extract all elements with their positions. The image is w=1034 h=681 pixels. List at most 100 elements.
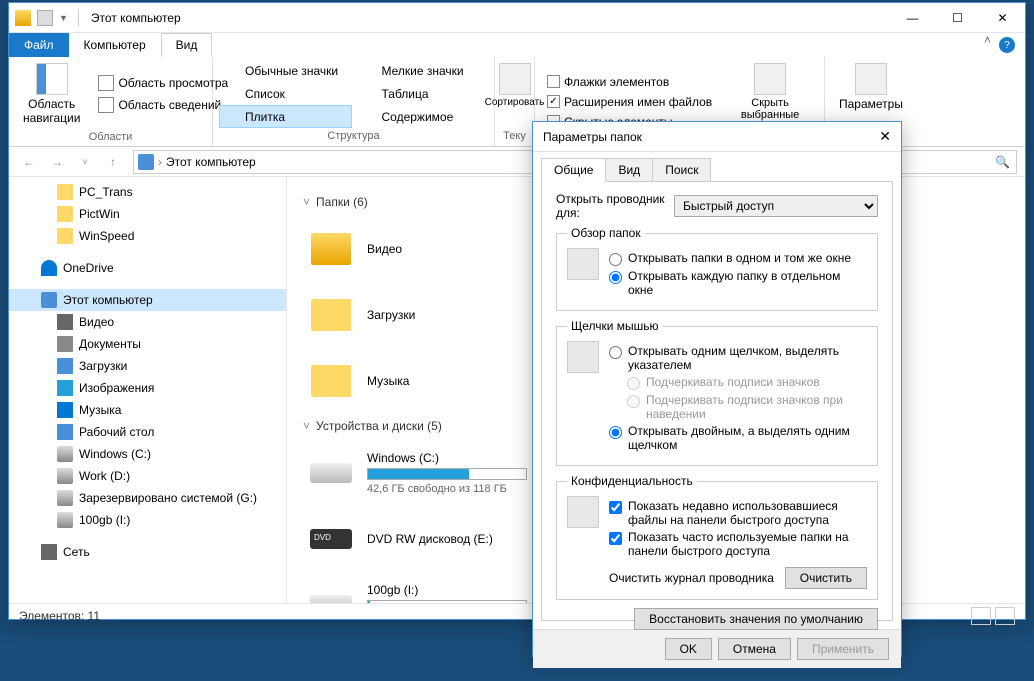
view-tiles-button[interactable] (995, 607, 1015, 625)
dialog-title: Параметры папок (543, 130, 642, 144)
ribbon-tabs: Файл Компьютер Вид ˄ ? (9, 33, 1025, 57)
layout-regular[interactable]: Обычные значки (219, 59, 352, 82)
tree-network[interactable]: Сеть (9, 541, 286, 563)
forward-button[interactable]: → (45, 150, 69, 174)
chevron-down-icon: ˅ (303, 419, 310, 433)
folder-options-dialog: Параметры папок ✕ Общие Вид Поиск Открыт… (532, 121, 902, 657)
browse-icon (567, 248, 599, 280)
item-count: Элементов: 11 (19, 609, 100, 623)
show-checkboxes[interactable]: Флажки элементов (541, 73, 718, 91)
onedrive-icon (41, 260, 57, 276)
tree-music[interactable]: Музыка (9, 399, 286, 421)
close-icon[interactable]: ✕ (879, 128, 891, 145)
maximize-button[interactable]: ☐ (935, 3, 980, 33)
browse-fieldset: Обзор папок Открывать папки в одном и то… (556, 226, 878, 311)
tree-drive-c[interactable]: Windows (C:) (9, 443, 286, 465)
group-layout-label: Структура (219, 128, 488, 144)
layout-small[interactable]: Мелкие значки (356, 59, 489, 82)
drive-icon (310, 463, 352, 483)
clicks-fieldset: Щелчки мышью Открывать одним щелчком, вы… (556, 319, 878, 466)
tree-this-pc[interactable]: Этот компьютер (9, 289, 286, 311)
sort-button[interactable]: Сортировать (501, 59, 528, 128)
open-for-select[interactable]: Быстрый доступ (674, 195, 878, 217)
privacy-icon (567, 496, 599, 528)
tab-general[interactable]: Общие (541, 158, 606, 182)
tab-search[interactable]: Поиск (652, 158, 711, 182)
help-icon[interactable]: ? (999, 37, 1015, 53)
show-extensions[interactable]: ✓Расширения имен файлов (541, 93, 718, 111)
check-recent-files[interactable]: Показать недавно использовавшиеся файлы … (609, 499, 867, 527)
cancel-button[interactable]: Отмена (718, 638, 791, 660)
window-title: Этот компьютер (91, 11, 181, 25)
search-icon: 🔍 (995, 155, 1010, 169)
nav-pane-label: Область навигации (23, 97, 80, 125)
tree-drive-d[interactable]: Work (D:) (9, 465, 286, 487)
ok-button[interactable]: OK (665, 638, 712, 660)
layout-content[interactable]: Содержимое (356, 105, 489, 128)
dialog-body: Открыть проводник для: Быстрый доступ Об… (541, 181, 893, 621)
ribbon-collapse-icon[interactable]: ˄ (984, 33, 991, 57)
tab-view[interactable]: Вид (161, 33, 213, 57)
nav-pane-button[interactable]: Область навигации (15, 59, 88, 129)
chevron-down-icon: ˅ (303, 195, 310, 209)
tree-drive-g[interactable]: Зарезервировано системой (G:) (9, 487, 286, 509)
options-label: Параметры (839, 97, 903, 111)
back-button[interactable]: ← (17, 150, 41, 174)
folder-icon (311, 365, 351, 397)
tree-onedrive[interactable]: OneDrive (9, 257, 286, 279)
close-button[interactable]: ✕ (980, 3, 1025, 33)
radio-double-click[interactable]: Открывать двойным, а выделять одним щелч… (609, 424, 867, 452)
computer-icon (138, 154, 154, 170)
minimize-button[interactable]: — (890, 3, 935, 33)
browse-legend: Обзор папок (567, 226, 645, 240)
tree-pictwin[interactable]: PictWin (9, 203, 286, 225)
tab-view[interactable]: Вид (605, 158, 653, 182)
radio-underline-icons: Подчеркивать подписи значков (609, 375, 867, 390)
separator (78, 9, 79, 27)
tree-drive-i[interactable]: 100gb (I:) (9, 509, 286, 531)
tree-video[interactable]: Видео (9, 311, 286, 333)
tree-desktop[interactable]: Рабочий стол (9, 421, 286, 443)
layout-tile[interactable]: Плитка (219, 105, 352, 128)
restore-defaults-button[interactable]: Восстановить значения по умолчанию (634, 608, 878, 630)
nav-tree[interactable]: PC_Trans PictWin WinSpeed OneDrive Этот … (9, 177, 287, 603)
radio-single-click[interactable]: Открывать одним щелчком, выделять указат… (609, 344, 867, 372)
check-frequent-folders[interactable]: Показать часто используемые папки на пан… (609, 530, 867, 558)
tree-winspeed[interactable]: WinSpeed (9, 225, 286, 247)
qat-dropdown-icon[interactable]: ▼ (59, 13, 68, 23)
options-icon (855, 63, 887, 95)
network-icon (41, 544, 57, 560)
sort-icon (499, 63, 531, 95)
radio-new-window[interactable]: Открывать каждую папку в отдельном окне (609, 269, 867, 297)
up-button[interactable]: ↑ (101, 150, 125, 174)
folder-icon (311, 233, 351, 265)
privacy-legend: Конфиденциальность (567, 474, 697, 488)
dialog-titlebar: Параметры папок ✕ (533, 122, 901, 152)
radio-same-window[interactable]: Открывать папки в одном и том же окне (609, 251, 867, 266)
dvd-icon: DVD (310, 529, 352, 549)
tree-pictures[interactable]: Изображения (9, 377, 286, 399)
clicks-legend: Щелчки мышью (567, 319, 663, 333)
clicks-icon (567, 341, 599, 373)
group-current-label: Теку (501, 128, 528, 144)
open-for-label: Открыть проводник для: (556, 192, 666, 220)
folder-icon (311, 299, 351, 331)
tab-computer[interactable]: Компьютер (69, 33, 161, 57)
clear-button[interactable]: Очистить (785, 567, 867, 589)
tree-downloads[interactable]: Загрузки (9, 355, 286, 377)
apply-button[interactable]: Применить (797, 638, 889, 660)
privacy-fieldset: Конфиденциальность Показать недавно испо… (556, 474, 878, 600)
tree-documents[interactable]: Документы (9, 333, 286, 355)
recent-dropdown[interactable]: ˅ (73, 150, 97, 174)
layout-list[interactable]: Список (219, 82, 352, 105)
explorer-icon (15, 10, 31, 26)
properties-icon[interactable] (37, 10, 53, 26)
clear-history-label: Очистить журнал проводника (609, 571, 774, 585)
tree-pc-trans[interactable]: PC_Trans (9, 181, 286, 203)
view-details-button[interactable] (971, 607, 991, 625)
group-panes-label: Области (15, 129, 206, 145)
tab-file[interactable]: Файл (9, 33, 69, 57)
layout-table[interactable]: Таблица (356, 82, 489, 105)
nav-pane-icon (36, 63, 68, 95)
radio-underline-hover: Подчеркивать подписи значков при наведен… (609, 393, 867, 421)
